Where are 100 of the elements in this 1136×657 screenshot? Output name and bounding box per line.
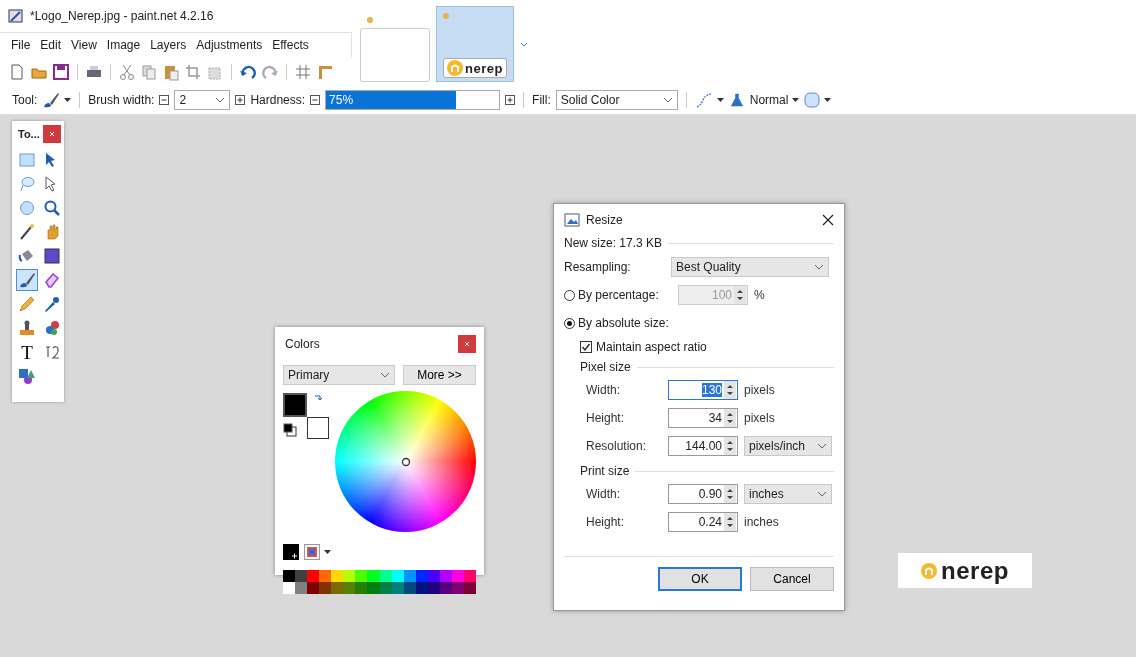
caret-icon[interactable] <box>324 550 331 554</box>
close-icon[interactable] <box>822 214 834 226</box>
caret-icon[interactable] <box>716 98 724 102</box>
minus-icon[interactable] <box>159 95 170 105</box>
number-field[interactable]: 0.90 <box>668 484 738 504</box>
colors-window-title: Colors <box>285 337 320 351</box>
logo-mark-icon <box>447 60 464 76</box>
reset-colors-icon[interactable] <box>283 423 297 437</box>
chevron-down-icon <box>380 372 390 378</box>
tool-button[interactable] <box>41 245 63 267</box>
palette-swatch[interactable] <box>319 582 332 594</box>
wheel-marker-icon[interactable] <box>401 457 411 467</box>
palette-swatch[interactable] <box>331 582 344 594</box>
more-button[interactable]: More >> <box>403 365 476 385</box>
spinner-icon[interactable] <box>724 485 736 503</box>
dialog-title: Resize <box>586 213 623 227</box>
blend-mode-label[interactable]: Normal <box>749 93 789 107</box>
palette-swatch[interactable] <box>283 570 296 582</box>
grid-icon[interactable] <box>294 63 312 82</box>
save-icon[interactable] <box>52 63 70 82</box>
menu-item[interactable]: Layers <box>145 38 192 53</box>
palette-swatch[interactable] <box>295 570 308 582</box>
menu-item[interactable]: Effects <box>267 38 314 53</box>
palette-swatch[interactable] <box>367 570 380 582</box>
crop-icon[interactable] <box>184 63 202 82</box>
menu-item[interactable]: File <box>6 38 36 53</box>
palette-swatch[interactable] <box>367 582 380 594</box>
new-file-icon[interactable] <box>8 63 26 82</box>
field-label: Width: <box>586 487 621 501</box>
menu-item[interactable]: Adjustments <box>191 38 268 53</box>
palette-swatch[interactable] <box>283 582 296 594</box>
chevron-down-icon <box>662 97 673 103</box>
number-field[interactable]: 34 <box>668 408 738 428</box>
swap-arrows-icon[interactable] <box>313 393 323 403</box>
tool-button[interactable] <box>16 269 38 291</box>
minus-icon[interactable] <box>310 95 321 105</box>
tool-button[interactable]: T <box>16 341 38 363</box>
palette-swatch[interactable] <box>319 570 332 582</box>
palette-icon[interactable] <box>304 544 320 560</box>
menu-item[interactable]: Edit <box>35 38 67 53</box>
spinner-icon[interactable] <box>724 381 736 399</box>
spinner-icon[interactable] <box>724 409 736 427</box>
unit-label: pixels <box>744 411 775 425</box>
caret-icon[interactable] <box>824 98 832 102</box>
menu-item[interactable]: View <box>66 38 102 53</box>
ruler-icon[interactable] <box>316 63 334 82</box>
plus-icon[interactable] <box>235 95 246 105</box>
plus-icon[interactable] <box>505 95 516 105</box>
color-mode-dropdown[interactable]: Primary <box>283 365 395 385</box>
logo-text: nerep <box>941 556 1009 585</box>
secondary-color-swatch[interactable] <box>307 417 329 439</box>
caret-icon[interactable] <box>64 98 72 102</box>
resampling-dropdown[interactable]: Best Quality <box>671 257 829 277</box>
field-label: Width: <box>586 383 621 397</box>
number-field[interactable]: 144.00 <box>668 436 738 456</box>
percent-unit: % <box>754 288 765 302</box>
palette-swatch[interactable] <box>331 570 344 582</box>
number-field[interactable]: 0.24 <box>668 512 738 532</box>
add-color-icon[interactable] <box>283 544 299 560</box>
spinner-icon[interactable] <box>724 437 736 455</box>
scissors-icon[interactable] <box>118 63 136 82</box>
field-label: Height: <box>586 411 626 425</box>
group-heading: Pixel size <box>580 360 631 374</box>
hardness-slider[interactable]: 75% <box>325 90 501 110</box>
undo-icon[interactable] <box>239 63 257 82</box>
palette-swatch[interactable] <box>343 570 356 582</box>
number-field[interactable]: 130 <box>668 380 738 400</box>
palette-swatch[interactable] <box>355 582 368 594</box>
maintain-aspect-checkbox[interactable]: Maintain aspect ratio <box>564 340 834 354</box>
paste-icon[interactable] <box>162 63 180 82</box>
shapes-icon <box>18 367 36 385</box>
radio-button[interactable]: By absolute size: <box>564 316 672 330</box>
unit-dropdown[interactable]: inches <box>744 484 832 504</box>
new-size-text: New size: 17.3 KB <box>564 236 663 250</box>
palette-swatch[interactable] <box>295 582 308 594</box>
logo-text: nerep <box>465 60 503 76</box>
field-label: Resolution: <box>586 439 648 453</box>
fill-dropdown[interactable]: Solid Color <box>555 90 678 110</box>
unit-label: pixels <box>744 383 775 397</box>
primary-color-swatch[interactable] <box>283 393 307 417</box>
spinner-icon[interactable] <box>724 513 736 531</box>
hardness-reading: 75% <box>328 93 354 107</box>
brush-icon <box>18 271 36 289</box>
palette-swatch[interactable] <box>343 582 356 594</box>
menu-item[interactable]: Image <box>101 38 146 53</box>
dialog-button[interactable]: Cancel <box>750 567 834 591</box>
brush-width-dropdown[interactable]: 2 <box>174 90 231 110</box>
palette-swatch[interactable] <box>355 570 368 582</box>
image-tab[interactable]: nerep <box>436 6 514 82</box>
chevron-down-icon[interactable] <box>520 42 528 48</box>
copy-icon[interactable] <box>140 63 158 82</box>
brush-icon[interactable] <box>42 91 61 109</box>
unit-dropdown[interactable]: pixels/inch <box>744 436 832 456</box>
dialog-button[interactable]: OK <box>658 567 742 591</box>
palette-swatch[interactable] <box>307 582 320 594</box>
caret-icon[interactable] <box>792 98 800 102</box>
palette-swatch[interactable] <box>307 570 320 582</box>
radio-button[interactable]: By percentage: <box>564 288 672 302</box>
flask-icon[interactable] <box>728 92 745 108</box>
logo-mark-icon <box>921 562 938 579</box>
